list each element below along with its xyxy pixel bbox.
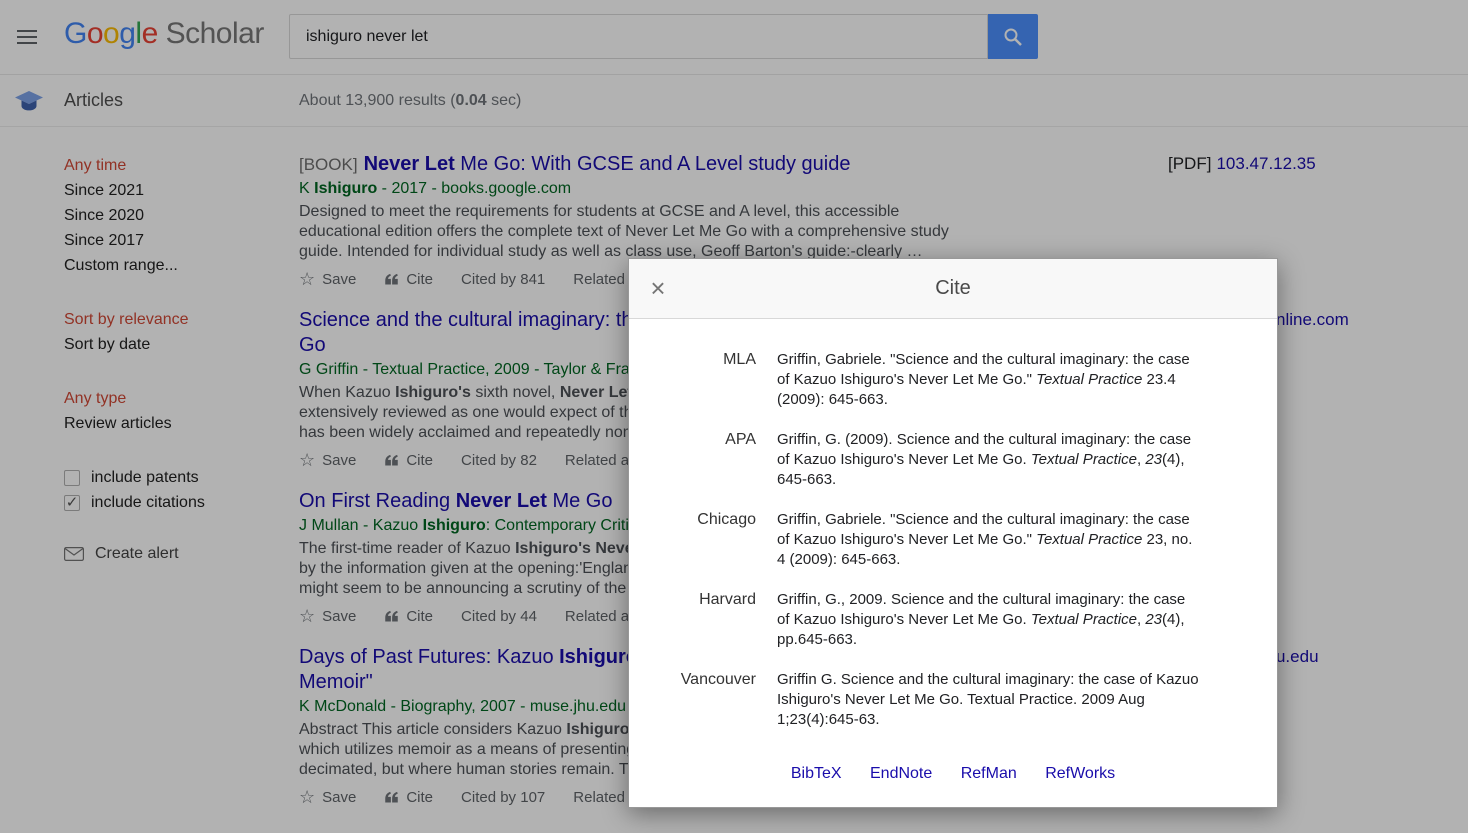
close-icon[interactable]: ×: [643, 274, 673, 304]
endnote-link[interactable]: EndNote: [870, 765, 932, 782]
citation-text: Griffin G. Science and the cultural imag…: [777, 671, 1199, 728]
cite-dialog-body: MLA Griffin, Gabriele. "Science and the …: [629, 319, 1277, 730]
citation-text: Griffin, G. (2009). Science and the cult…: [777, 431, 1192, 488]
cite-dialog-header: × Cite: [629, 259, 1277, 319]
refman-link[interactable]: RefMan: [961, 765, 1017, 782]
citation-style-label: Vancouver: [680, 671, 756, 688]
citation-style-label: Chicago: [697, 511, 756, 528]
citation-style-label: Harvard: [699, 591, 756, 608]
refworks-link[interactable]: RefWorks: [1045, 765, 1115, 782]
citation-style-label: MLA: [723, 351, 756, 368]
citation-text: Griffin, Gabriele. "Science and the cult…: [777, 511, 1193, 568]
citation-row-harvard: Harvard Griffin, G., 2009. Science and t…: [629, 590, 1277, 650]
citation-text: Griffin, Gabriele. "Science and the cult…: [777, 351, 1190, 408]
citation-style-label: APA: [725, 431, 756, 448]
cite-dialog-title: Cite: [935, 277, 971, 299]
citation-row-apa: APA Griffin, G. (2009). Science and the …: [629, 430, 1277, 490]
cite-dialog-footer: BibTeX EndNote RefMan RefWorks: [629, 765, 1277, 783]
citation-row-mla: MLA Griffin, Gabriele. "Science and the …: [629, 350, 1277, 410]
cite-dialog: × Cite MLA Griffin, Gabriele. "Science a…: [628, 258, 1278, 808]
citation-text: Griffin, G., 2009. Science and the cultu…: [777, 591, 1186, 648]
bibtex-link[interactable]: BibTeX: [791, 765, 842, 782]
citation-row-chicago: Chicago Griffin, Gabriele. "Science and …: [629, 510, 1277, 570]
citation-row-vancouver: Vancouver Griffin G. Science and the cul…: [629, 670, 1277, 730]
